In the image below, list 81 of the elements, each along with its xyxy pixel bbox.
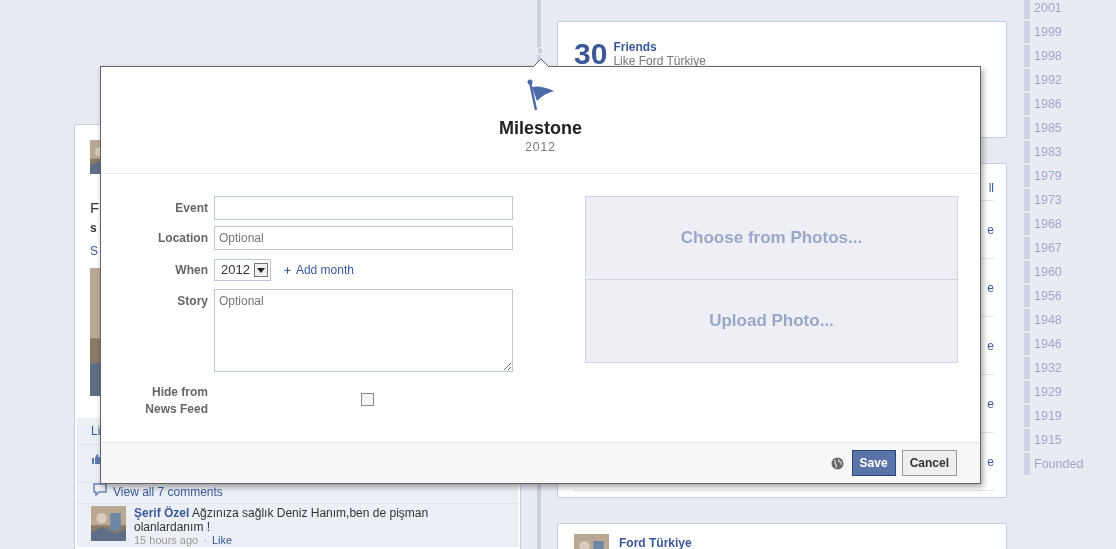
field-label: Event — [174, 199, 208, 217]
year-marker — [1024, 237, 1030, 259]
year-marker — [1024, 429, 1030, 451]
year-marker — [1024, 69, 1030, 91]
year-link[interactable]: 1973 — [1034, 190, 1062, 210]
text-field[interactable]: Optional — [214, 226, 513, 250]
year-link[interactable]: 1919 — [1034, 406, 1062, 426]
author-link[interactable]: Şerif Özel — [134, 506, 190, 520]
year-link[interactable]: 1986 — [1034, 94, 1062, 114]
field-label: Story — [176, 293, 208, 310]
year-marker — [1024, 141, 1030, 163]
globe-icon — [830, 456, 844, 470]
year-link[interactable]: 1968 — [1034, 214, 1062, 234]
year-marker — [1024, 285, 1030, 307]
year-marker — [1024, 333, 1030, 355]
year-link[interactable]: 1915 — [1034, 430, 1062, 450]
year-link[interactable]: 1956 — [1034, 286, 1062, 306]
page-name-link[interactable]: Ford Türkiye — [619, 534, 692, 549]
year-link[interactable]: Founded — [1034, 454, 1084, 474]
like-link[interactable]: e — [987, 394, 994, 413]
year-link[interactable]: 1999 — [1034, 22, 1062, 42]
year-link[interactable]: 1998 — [1034, 46, 1062, 66]
year-marker — [1024, 45, 1030, 67]
see-all-link[interactable]: ll — [988, 179, 994, 200]
year-marker — [1024, 165, 1030, 187]
comment-icon — [93, 483, 107, 496]
post-text: s — [90, 220, 97, 237]
comment-time: 15 hours ago — [134, 534, 199, 547]
like-link[interactable]: Like — [211, 534, 233, 547]
like-link[interactable]: e — [987, 336, 994, 355]
year-link[interactable]: 1992 — [1034, 70, 1062, 90]
year-link[interactable]: 1985 — [1034, 118, 1062, 138]
comment-text: Şerif Özel Ağzınıza sağlık Deniz Hanım,ben de pişman olanlardanım ! — [134, 506, 430, 534]
field-label: When — [174, 261, 208, 279]
year-link[interactable]: 1960 — [1034, 262, 1062, 282]
field-label: Location — [157, 229, 208, 247]
dropdown-icon — [253, 263, 268, 277]
add-month-link[interactable]: Add month — [282, 261, 354, 279]
friends-subtitle: Like Ford Türkiye — [613, 54, 706, 68]
checkbox[interactable] — [361, 393, 374, 406]
field-label: Hide from News Feed — [144, 384, 208, 418]
year-link[interactable]: 1932 — [1034, 358, 1062, 378]
year-link[interactable]: 1967 — [1034, 238, 1062, 258]
like-link[interactable]: e — [987, 452, 994, 471]
year-marker — [1024, 405, 1030, 427]
year-marker — [1024, 381, 1030, 403]
year-marker — [1024, 21, 1030, 43]
dialog-title: Milestone — [499, 117, 582, 139]
cancel-button[interactable]: Cancel — [901, 450, 957, 476]
year-link[interactable]: 1979 — [1034, 166, 1062, 186]
friends-count: 30 — [574, 36, 608, 72]
year-marker — [1024, 453, 1030, 475]
year-marker — [1024, 189, 1030, 211]
photo-option[interactable]: Upload Photo... — [586, 279, 957, 362]
year-marker — [1024, 0, 1030, 19]
year-link[interactable]: 1946 — [1034, 334, 1062, 354]
year-marker — [1024, 117, 1030, 139]
year-marker — [1024, 213, 1030, 235]
text-field[interactable] — [214, 196, 513, 220]
year-select[interactable]: 2012 — [214, 259, 271, 281]
post-text: F — [90, 198, 100, 218]
separator-dot: · — [203, 534, 207, 547]
year-marker — [1024, 309, 1030, 331]
year-link[interactable]: 1983 — [1034, 142, 1062, 162]
action-link[interactable]: Li — [91, 422, 101, 440]
year-link[interactable]: 1948 — [1034, 310, 1062, 330]
like-link[interactable]: e — [987, 220, 994, 239]
save-button[interactable]: Save — [851, 450, 896, 476]
post-link[interactable]: S — [90, 238, 98, 264]
year-marker — [1024, 261, 1030, 283]
like-link[interactable]: e — [987, 278, 994, 297]
dialog-year: 2012 — [525, 139, 556, 155]
friends-link[interactable]: Friends — [613, 40, 706, 54]
flag-icon — [526, 79, 555, 111]
year-marker — [1024, 357, 1030, 379]
photo-option[interactable]: Choose from Photos... — [586, 197, 957, 279]
year-link[interactable]: 1929 — [1034, 382, 1062, 402]
story-field[interactable]: Optional — [214, 289, 513, 372]
year-marker — [1024, 93, 1030, 115]
plus-icon — [282, 265, 292, 275]
year-link[interactable]: 2001 — [1034, 0, 1062, 18]
